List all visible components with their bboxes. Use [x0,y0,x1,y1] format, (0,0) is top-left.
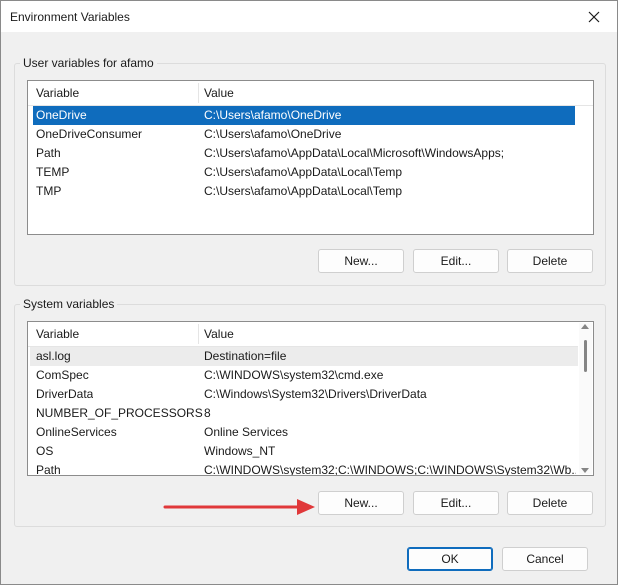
scroll-up-icon[interactable] [581,324,589,329]
close-button[interactable] [571,1,617,32]
annotation-arrow-icon [163,499,315,515]
variable-value: C:\Windows\System32\Drivers\DriverData [204,387,427,401]
variable-name: ComSpec [36,368,89,382]
variable-value: C:\WINDOWS\system32\cmd.exe [204,368,384,382]
variable-name: asl.log [36,349,71,363]
user-edit-button[interactable]: Edit... [413,249,499,273]
column-header-value[interactable]: Value [198,322,578,346]
table-row[interactable]: DriverData C:\Windows\System32\Drivers\D… [30,385,578,404]
variable-name: TEMP [36,165,70,179]
table-row[interactable]: OnlineServices Online Services [30,423,578,442]
title-bar: Environment Variables [1,1,617,32]
variable-value: Online Services [204,425,289,439]
variable-name: OneDriveConsumer [36,127,143,141]
user-list-header: Variable Value [28,81,593,106]
ok-button[interactable]: OK [407,547,493,571]
table-row[interactable]: TMP C:\Users\afamo\AppData\Local\Temp [33,182,575,201]
variable-name: Path [36,146,61,160]
variable-value: Windows_NT [204,444,276,458]
variable-name: TMP [36,184,62,198]
table-row[interactable]: NUMBER_OF_PROCESSORS 8 [30,404,578,423]
system-variables-list[interactable]: Variable Value asl.log Destination=file … [27,321,594,476]
variable-value: 8 [204,406,211,420]
window-title: Environment Variables [10,10,130,24]
user-variables-list[interactable]: Variable Value OneDrive C:\Users\afamo\O… [27,80,594,235]
scrollbar-thumb[interactable] [584,340,587,372]
variable-value: C:\Users\afamo\OneDrive [204,127,342,141]
user-variables-label: User variables for afamo [20,56,157,70]
variable-value: C:\WINDOWS\system32;C:\WINDOWS;C:\WINDOW… [204,463,576,476]
system-list-header: Variable Value [28,322,578,347]
variable-value: C:\Users\afamo\OneDrive [204,108,342,122]
table-row[interactable]: OneDrive C:\Users\afamo\OneDrive [33,106,575,125]
system-list-scrollbar[interactable] [579,323,592,474]
table-row[interactable]: OS Windows_NT [30,442,578,461]
system-delete-button[interactable]: Delete [507,491,593,515]
table-row[interactable]: TEMP C:\Users\afamo\AppData\Local\Temp [33,163,575,182]
table-row[interactable]: Path C:\Users\afamo\AppData\Local\Micros… [33,144,575,163]
variable-value: Destination=file [204,349,287,363]
scroll-down-icon[interactable] [581,468,589,473]
table-row[interactable]: OneDriveConsumer C:\Users\afamo\OneDrive [33,125,575,144]
variable-name: OnlineServices [36,425,117,439]
table-row[interactable]: ComSpec C:\WINDOWS\system32\cmd.exe [30,366,578,385]
variable-name: NUMBER_OF_PROCESSORS [36,406,203,420]
column-header-variable[interactable]: Variable [30,322,198,346]
system-variables-label: System variables [20,297,118,311]
column-header-variable[interactable]: Variable [30,81,198,105]
system-new-button[interactable]: New... [318,491,404,515]
variable-name: DriverData [36,387,94,401]
variable-name: Path [36,463,61,476]
table-row[interactable]: Path C:\WINDOWS\system32;C:\WINDOWS;C:\W… [30,461,578,476]
user-new-button[interactable]: New... [318,249,404,273]
table-row[interactable]: asl.log Destination=file [30,347,578,366]
variable-value: C:\Users\afamo\AppData\Local\Microsoft\W… [204,146,505,160]
variable-name: OneDrive [36,108,87,122]
variable-name: OS [36,444,54,458]
system-edit-button[interactable]: Edit... [413,491,499,515]
user-delete-button[interactable]: Delete [507,249,593,273]
variable-value: C:\Users\afamo\AppData\Local\Temp [204,165,403,179]
environment-variables-dialog: Environment Variables User variables for… [0,0,618,585]
cancel-button[interactable]: Cancel [502,547,588,571]
column-header-value[interactable]: Value [198,81,588,105]
close-icon [588,11,600,22]
variable-value: C:\Users\afamo\AppData\Local\Temp [204,184,403,198]
